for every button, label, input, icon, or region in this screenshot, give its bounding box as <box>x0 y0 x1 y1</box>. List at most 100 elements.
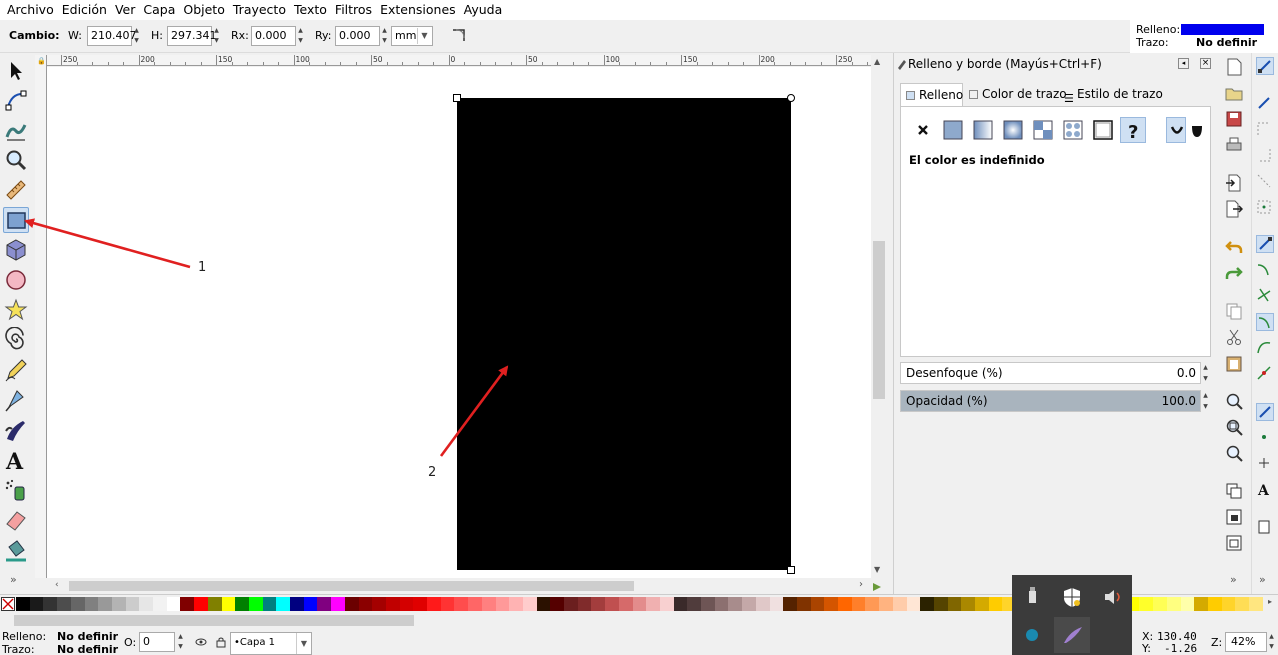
tab-stroke-style[interactable]: ☰ Estilo de trazo <box>1059 83 1168 106</box>
color-swatch[interactable] <box>701 597 715 611</box>
color-swatch[interactable] <box>550 597 565 611</box>
color-swatch[interactable] <box>276 597 291 611</box>
opacity-short-input[interactable]: 0 <box>139 632 175 652</box>
color-swatch[interactable] <box>646 597 661 611</box>
redo-icon[interactable] <box>1225 264 1243 282</box>
blur-slider[interactable]: Desenfoque (%) 0.0 <box>900 362 1201 384</box>
color-swatch[interactable] <box>920 597 935 611</box>
color-swatch[interactable] <box>933 597 948 611</box>
opacity-slider[interactable]: Opacidad (%) 100.0 <box>900 390 1201 412</box>
color-swatch[interactable] <box>988 597 1003 611</box>
horizontal-scrollbar[interactable]: ‹ › <box>47 578 887 594</box>
color-swatch[interactable] <box>892 597 907 611</box>
color-swatch[interactable] <box>947 597 962 611</box>
save-icon[interactable] <box>1225 110 1243 128</box>
color-swatch[interactable] <box>1153 597 1168 611</box>
color-swatch[interactable] <box>810 597 825 611</box>
snap-bbox-edge-icon[interactable] <box>1256 121 1274 139</box>
color-swatch[interactable] <box>1139 597 1154 611</box>
color-swatch[interactable] <box>824 597 839 611</box>
color-swatch[interactable] <box>1207 597 1222 611</box>
color-swatch[interactable] <box>331 597 346 611</box>
zoom-selection-icon[interactable] <box>1225 392 1243 410</box>
color-swatch[interactable] <box>1194 597 1209 611</box>
color-swatch[interactable] <box>618 597 633 611</box>
panel-collapse-icon[interactable]: ◂ <box>1178 58 1189 69</box>
scroll-right-icon[interactable]: › <box>859 579 863 590</box>
eye-icon[interactable] <box>195 636 207 648</box>
color-swatch[interactable] <box>385 597 400 611</box>
commands-overflow-icon[interactable]: » <box>1230 573 1237 586</box>
color-swatch[interactable] <box>84 597 99 611</box>
color-swatch[interactable] <box>468 597 483 611</box>
snap-overflow-icon[interactable]: » <box>1259 573 1266 586</box>
palette-scroll-thumb[interactable] <box>14 615 414 626</box>
color-swatch[interactable] <box>755 597 770 611</box>
zoom-drawing-icon[interactable] <box>1225 418 1243 436</box>
color-swatch[interactable] <box>262 597 277 611</box>
color-swatch[interactable] <box>111 597 126 611</box>
pattern-icon[interactable] <box>1030 117 1056 143</box>
zoom-stepper[interactable]: ▲ ▼ <box>1267 632 1276 652</box>
flat-color-icon[interactable] <box>940 117 966 143</box>
linear-gradient-icon[interactable] <box>970 117 996 143</box>
color-swatch[interactable] <box>1180 597 1195 611</box>
color-swatch[interactable] <box>605 597 620 611</box>
color-swatch[interactable] <box>166 597 181 611</box>
volume-icon[interactable] <box>1094 579 1130 615</box>
snap-text-baseline-icon[interactable]: A <box>1256 481 1274 499</box>
horizontal-scroll-thumb[interactable] <box>69 581 634 591</box>
fill-rule-evenodd-icon[interactable] <box>1166 117 1186 143</box>
color-swatch[interactable] <box>399 597 414 611</box>
vertical-scrollbar[interactable]: ▲ ▼ <box>871 55 887 578</box>
color-swatch[interactable] <box>207 597 222 611</box>
color-swatch[interactable] <box>1221 597 1236 611</box>
import-icon[interactable] <box>1225 174 1243 192</box>
color-swatch[interactable] <box>673 597 688 611</box>
snap-bbox-midpoint-icon[interactable] <box>1256 173 1274 191</box>
color-swatch[interactable] <box>29 597 44 611</box>
color-swatch[interactable] <box>57 597 72 611</box>
color-swatch[interactable] <box>632 597 647 611</box>
undo-icon[interactable] <box>1225 238 1243 256</box>
color-swatch[interactable] <box>153 597 167 611</box>
color-swatch[interactable] <box>1249 597 1263 611</box>
color-swatch[interactable] <box>728 597 743 611</box>
new-document-icon[interactable] <box>1225 58 1243 76</box>
color-swatch[interactable] <box>564 597 578 611</box>
close-icon[interactable]: × <box>1200 58 1211 69</box>
blur-stepper[interactable]: ▲ ▼ <box>1201 362 1210 384</box>
color-swatch[interactable] <box>440 597 455 611</box>
swatch-icon[interactable] <box>1060 117 1086 143</box>
network-icon[interactable] <box>1014 617 1050 653</box>
print-icon[interactable] <box>1225 136 1243 154</box>
snap-bbox-corner-icon[interactable] <box>1256 147 1274 165</box>
palette-menu-icon[interactable]: ▸ <box>1268 597 1272 606</box>
clone-icon[interactable] <box>1225 508 1243 526</box>
color-swatch[interactable] <box>865 597 880 611</box>
no-color-swatch[interactable] <box>1 597 15 611</box>
unknown-icon[interactable]: ? <box>1120 117 1146 143</box>
feather-icon[interactable] <box>1054 617 1090 653</box>
color-swatch[interactable] <box>783 597 798 611</box>
snap-bbox-center-icon[interactable] <box>1256 199 1274 217</box>
color-swatch[interactable] <box>536 597 551 611</box>
lock-icon[interactable] <box>215 636 227 648</box>
snap-toggle-icon[interactable] <box>1256 57 1274 75</box>
unset-icon[interactable] <box>1090 117 1116 143</box>
color-swatch[interactable] <box>509 597 524 611</box>
color-swatch[interactable] <box>372 597 387 611</box>
usb-icon[interactable] <box>1014 579 1050 615</box>
color-swatch[interactable] <box>577 597 592 611</box>
scroll-left-icon[interactable]: ‹ <box>55 580 59 590</box>
duplicate-icon[interactable] <box>1225 482 1243 500</box>
color-swatch[interactable] <box>358 597 373 611</box>
color-swatch[interactable] <box>495 597 510 611</box>
color-swatch[interactable] <box>43 597 58 611</box>
color-swatch[interactable] <box>659 597 674 611</box>
radial-gradient-icon[interactable] <box>1000 117 1026 143</box>
opacity-value[interactable]: 100.0 <box>1162 391 1196 411</box>
snap-midpoint-icon[interactable] <box>1256 365 1274 383</box>
open-icon[interactable] <box>1225 84 1243 102</box>
color-swatch[interactable] <box>742 597 757 611</box>
